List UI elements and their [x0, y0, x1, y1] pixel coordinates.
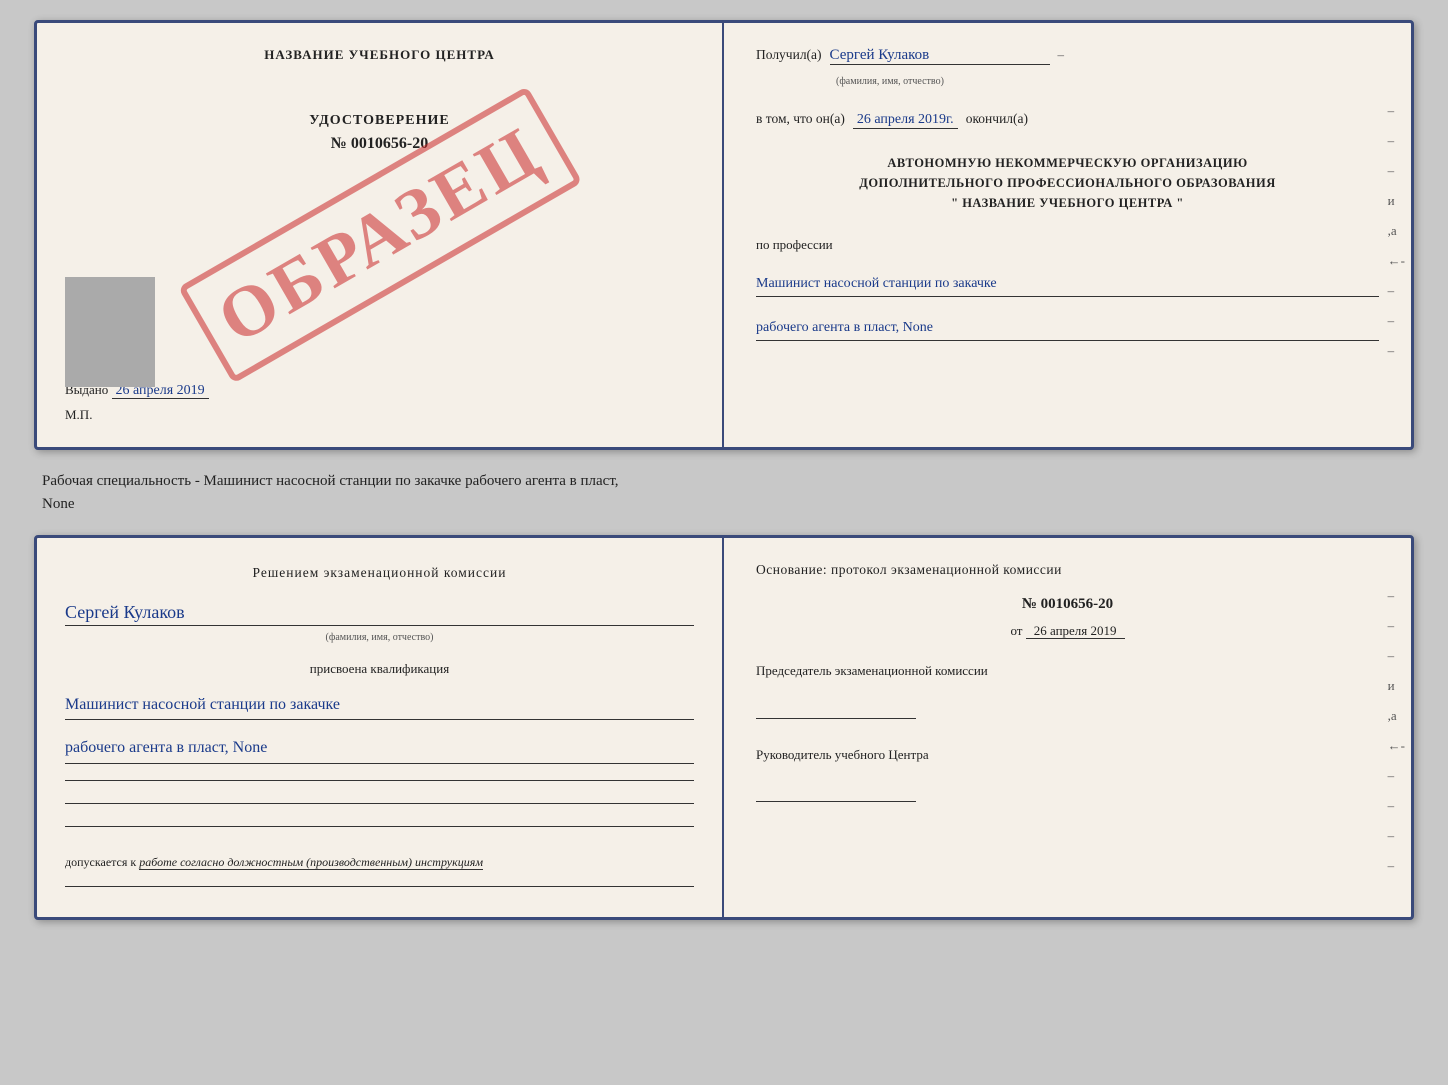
vtom-row: в том, что он(а) 26 апреля 2019г. окончи…: [756, 111, 1379, 129]
predsedatel-signature-line: [756, 695, 916, 719]
org-line1: АВТОНОМНУЮ НЕКОММЕРЧЕСКУЮ ОРГАНИЗАЦИЮ: [756, 153, 1379, 173]
poluchil-label: Получил(а): [756, 47, 822, 63]
komissia-title: Решением экзаменационной комиссии: [65, 562, 694, 584]
predsedatel-label: Председатель экзаменационной комиссии: [756, 661, 1379, 681]
top-document: НАЗВАНИЕ УЧЕБНОГО ЦЕНТРА УДОСТОВЕРЕНИЕ №…: [34, 20, 1414, 450]
udostoverenie-title: УДОСТОВЕРЕНИЕ: [309, 113, 449, 129]
vtom-label: в том, что он(а): [756, 111, 845, 127]
udostoverenie-block: УДОСТОВЕРЕНИЕ № 0010656-20: [65, 113, 694, 153]
underline-4: [65, 886, 694, 887]
profession-line2-bottom: рабочего агента в пласт, None: [65, 734, 694, 764]
name-handwritten-bottom: Сергей Кулаков: [65, 602, 694, 626]
poluchil-name: Сергей Кулаков: [830, 47, 1050, 65]
rukovoditel-signature-line: [756, 778, 916, 802]
poluchil-row: Получил(а) Сергей Кулаков –: [756, 47, 1379, 65]
udostoverenie-number: № 0010656-20: [331, 135, 428, 153]
top-doc-right: Получил(а) Сергей Кулаков – (фамилия, им…: [724, 23, 1411, 447]
bottom-doc-right: Основание: протокол экзаменационной коми…: [724, 538, 1411, 917]
familiya-hint-bottom: (фамилия, имя, отчество): [65, 632, 694, 643]
top-doc-left: НАЗВАНИЕ УЧЕБНОГО ЦЕНТРА УДОСТОВЕРЕНИЕ №…: [37, 23, 724, 447]
ot-date: 26 апреля 2019: [1026, 623, 1125, 639]
prisvoena-label: присвоена квалификация: [65, 661, 694, 677]
profession-line1-top: Машинист насосной станции по закачке: [756, 271, 1379, 297]
osnovanie-label: Основание: протокол экзаменационной коми…: [756, 562, 1379, 578]
middle-text-block: Рабочая специальность - Машинист насосно…: [34, 466, 1414, 519]
profession-line1-bottom: Машинист насосной станции по закачке: [65, 691, 694, 721]
vtom-date: 26 апреля 2019г.: [853, 112, 958, 129]
ot-date-row: от 26 апреля 2019: [756, 623, 1379, 639]
vydano-row: Выдано 26 апреля 2019: [65, 362, 694, 399]
familiya-hint-top: (фамилия, имя, отчество): [836, 76, 944, 87]
bottom-doc-left: Решением экзаменационной комиссии Сергей…: [37, 538, 724, 917]
dopuskaetsya-label: допускается к: [65, 855, 136, 869]
protocol-number: № 0010656-20: [756, 596, 1379, 613]
ot-label: от: [1010, 623, 1022, 638]
right-dashes: – – – и ,а ←- – – –: [1388, 103, 1405, 359]
rukovoditel-label: Руководитель учебного Центра: [756, 745, 1379, 765]
org-line3: " НАЗВАНИЕ УЧЕБНОГО ЦЕНТРА ": [756, 193, 1379, 213]
photo-placeholder: [65, 277, 155, 387]
middle-line1: Рабочая специальность - Машинист насосно…: [42, 470, 1406, 493]
dopuskaetsya-text: работе согласно должностным (производств…: [139, 855, 483, 870]
okonchil-label: окончил(а): [966, 111, 1028, 127]
school-name-top: НАЗВАНИЕ УЧЕБНОГО ЦЕНТРА: [65, 47, 694, 63]
bottom-document: Решением экзаменационной комиссии Сергей…: [34, 535, 1414, 920]
middle-line2: None: [42, 493, 1406, 516]
org-block: АВТОНОМНУЮ НЕКОММЕРЧЕСКУЮ ОРГАНИЗАЦИЮ ДО…: [756, 153, 1379, 213]
profession-line2-top: рабочего агента в пласт, None: [756, 315, 1379, 341]
po-professii-label: по профессии: [756, 237, 1379, 253]
underline-2: [65, 803, 694, 804]
dopuskaetsya-row: допускается к работе согласно должностны…: [65, 855, 694, 870]
underline-3: [65, 826, 694, 827]
underline-1: [65, 780, 694, 781]
mp-label: М.П.: [65, 407, 694, 423]
bottom-right-dashes: – – – и ,а ←- – – – –: [1388, 588, 1405, 874]
org-line2: ДОПОЛНИТЕЛЬНОГО ПРОФЕССИОНАЛЬНОГО ОБРАЗО…: [756, 173, 1379, 193]
